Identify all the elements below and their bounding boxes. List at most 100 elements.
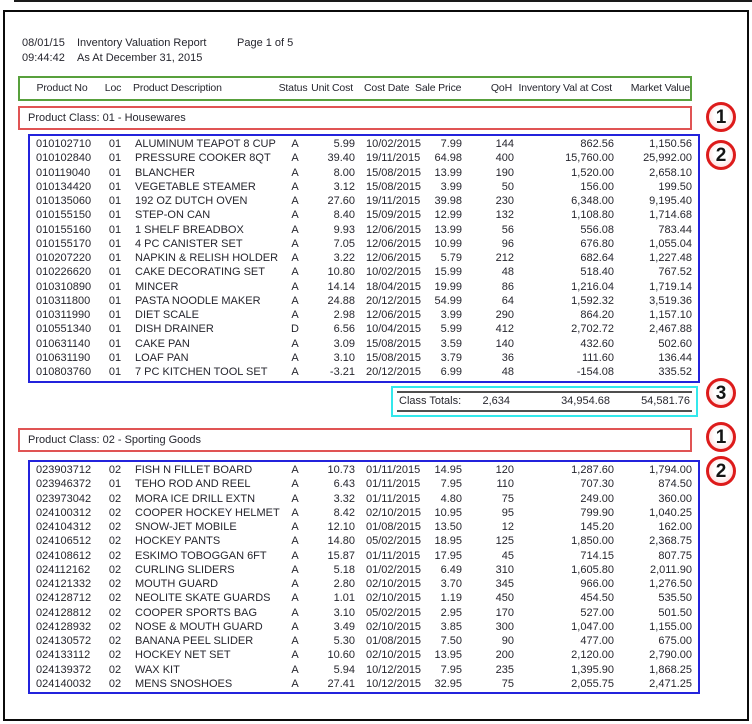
cell-loc: 02 xyxy=(96,506,134,520)
cell-description: COOPER HOCKEY HELMET xyxy=(134,506,280,520)
cell-qoh: 345 xyxy=(466,577,516,591)
cell-qoh: 125 xyxy=(466,534,516,548)
table-row: 02410651202HOCKEY PANTSA14.8005/02/20151… xyxy=(32,534,698,548)
cell-market-value: 1,719.14 xyxy=(616,280,694,294)
column-header-box: Product No Loc Product Description Statu… xyxy=(18,76,692,101)
cell-status: A xyxy=(280,506,310,520)
col-status: Status xyxy=(278,78,308,99)
cell-description: DISH DRAINER xyxy=(134,322,280,336)
cell-product-no: 024121332 xyxy=(32,577,96,591)
cell-inventory-val: 1,287.60 xyxy=(516,463,616,477)
cell-status: A xyxy=(280,180,310,194)
cell-loc: 01 xyxy=(96,151,134,165)
table-row: 01013506001192 OZ DUTCH OVENA27.6019/11/… xyxy=(32,194,698,208)
cell-qoh: 230 xyxy=(466,194,516,208)
cell-status: A xyxy=(280,294,310,308)
cell-description: BLANCHER xyxy=(134,166,280,180)
cell-market-value: 767.52 xyxy=(616,265,694,279)
cell-unit-cost: 3.12 xyxy=(310,180,357,194)
cell-cost-date: 15/08/2015 xyxy=(357,337,417,351)
cell-sale-price: 64.98 xyxy=(417,151,466,165)
cell-market-value: 2,467.88 xyxy=(616,322,694,336)
cell-cost-date: 01/11/2015 xyxy=(357,492,417,506)
cell-product-no: 024128932 xyxy=(32,620,96,634)
cell-inventory-val: 1,047.00 xyxy=(516,620,616,634)
table-row: 02414003202MENS SNOSHOESA27.4110/12/2015… xyxy=(32,677,698,691)
cell-product-no: 010631190 xyxy=(32,351,96,365)
col-description: Product Description xyxy=(132,78,278,99)
cell-cost-date: 19/11/2015 xyxy=(357,194,417,208)
cell-qoh: 48 xyxy=(466,365,516,379)
cell-status: A xyxy=(280,151,310,165)
cell-qoh: 200 xyxy=(466,648,516,662)
cell-inventory-val: 1,108.80 xyxy=(516,208,616,222)
cell-sale-price: 17.95 xyxy=(417,549,466,563)
cell-status: A xyxy=(280,577,310,591)
table-row: 01010284001PRESSURE COOKER 8QTA39.4019/1… xyxy=(32,151,698,165)
cell-cost-date: 10/12/2015 xyxy=(357,663,417,677)
cell-loc: 01 xyxy=(96,166,134,180)
cell-cost-date: 10/02/2015 xyxy=(357,265,417,279)
cell-status: A xyxy=(280,477,310,491)
page-indicator: Page 1 of 5 xyxy=(237,37,293,49)
cell-qoh: 36 xyxy=(466,351,516,365)
cell-description: CAKE PAN xyxy=(134,337,280,351)
cell-sale-price: 7.95 xyxy=(417,663,466,677)
cell-sale-price: 2.95 xyxy=(417,606,466,620)
cell-product-no: 010311800 xyxy=(32,294,96,308)
cell-loc: 01 xyxy=(96,294,134,308)
cell-unit-cost: 9.93 xyxy=(310,223,357,237)
cell-sale-price: 39.98 xyxy=(417,194,466,208)
table-row: 01055134001DISH DRAINERD6.5610/04/20155.… xyxy=(32,322,698,336)
cell-description: BANANA PEEL SLIDER xyxy=(134,634,280,648)
cell-sale-price: 32.95 xyxy=(417,677,466,691)
cell-unit-cost: 5.99 xyxy=(310,137,357,151)
cell-loc: 01 xyxy=(96,337,134,351)
cell-market-value: 25,992.00 xyxy=(616,151,694,165)
cell-description: STEP-ON CAN xyxy=(134,208,280,222)
cell-inventory-val: 15,760.00 xyxy=(516,151,616,165)
cell-unit-cost: 7.05 xyxy=(310,237,357,251)
table-row: 010155170014 PC CANISTER SETA7.0512/06/2… xyxy=(32,237,698,251)
col-unit-cost: Unit Cost xyxy=(308,78,355,99)
class-totals-market-value: 54,581.76 xyxy=(612,393,692,410)
cell-status: A xyxy=(280,648,310,662)
cell-product-no: 010134420 xyxy=(32,180,96,194)
cell-status: A xyxy=(280,534,310,548)
col-sale-price: Sale Price xyxy=(415,78,464,99)
cell-product-no: 010155170 xyxy=(32,237,96,251)
cell-inventory-val: 2,702.72 xyxy=(516,322,616,336)
cell-unit-cost: 24.88 xyxy=(310,294,357,308)
cell-description: DIET SCALE xyxy=(134,308,280,322)
cell-sale-price: 4.80 xyxy=(417,492,466,506)
cell-status: A xyxy=(280,223,310,237)
cell-cost-date: 12/06/2015 xyxy=(357,251,417,265)
cell-market-value: 807.75 xyxy=(616,549,694,563)
cell-cost-date: 12/06/2015 xyxy=(357,237,417,251)
report-subtitle: As At December 31, 2015 xyxy=(77,52,202,64)
table-row: 010155160011 SHELF BREADBOXA9.9312/06/20… xyxy=(32,223,698,237)
class-totals-box: Class Totals: 2,634 34,954.68 54,581.76 xyxy=(391,386,698,417)
cell-description: HOCKEY NET SET xyxy=(134,648,280,662)
cell-inventory-val: 6,348.00 xyxy=(516,194,616,208)
cell-sale-price: 15.99 xyxy=(417,265,466,279)
cell-loc: 02 xyxy=(96,663,134,677)
cell-loc: 02 xyxy=(96,648,134,662)
cell-unit-cost: 12.10 xyxy=(310,520,357,534)
cell-sale-price: 3.85 xyxy=(417,620,466,634)
table-row: 02412133202MOUTH GUARDA2.8002/10/20153.7… xyxy=(32,577,698,591)
cell-sale-price: 18.95 xyxy=(417,534,466,548)
cell-sale-price: 19.99 xyxy=(417,280,466,294)
cell-product-no: 024140032 xyxy=(32,677,96,691)
cell-description: LOAF PAN xyxy=(134,351,280,365)
table-row: 01011904001BLANCHERA8.0015/08/201513.991… xyxy=(32,166,698,180)
cell-inventory-val: 707.30 xyxy=(516,477,616,491)
cell-description: HOCKEY PANTS xyxy=(134,534,280,548)
cell-unit-cost: 10.80 xyxy=(310,265,357,279)
cell-market-value: 1,157.10 xyxy=(616,308,694,322)
cell-description: VEGETABLE STEAMER xyxy=(134,180,280,194)
cell-description: MENS SNOSHOES xyxy=(134,677,280,691)
cell-qoh: 56 xyxy=(466,223,516,237)
cell-loc: 02 xyxy=(96,634,134,648)
detail-table-sporting-goods: 02390371202FISH N FILLET BOARDA10.7301/1… xyxy=(28,460,700,694)
